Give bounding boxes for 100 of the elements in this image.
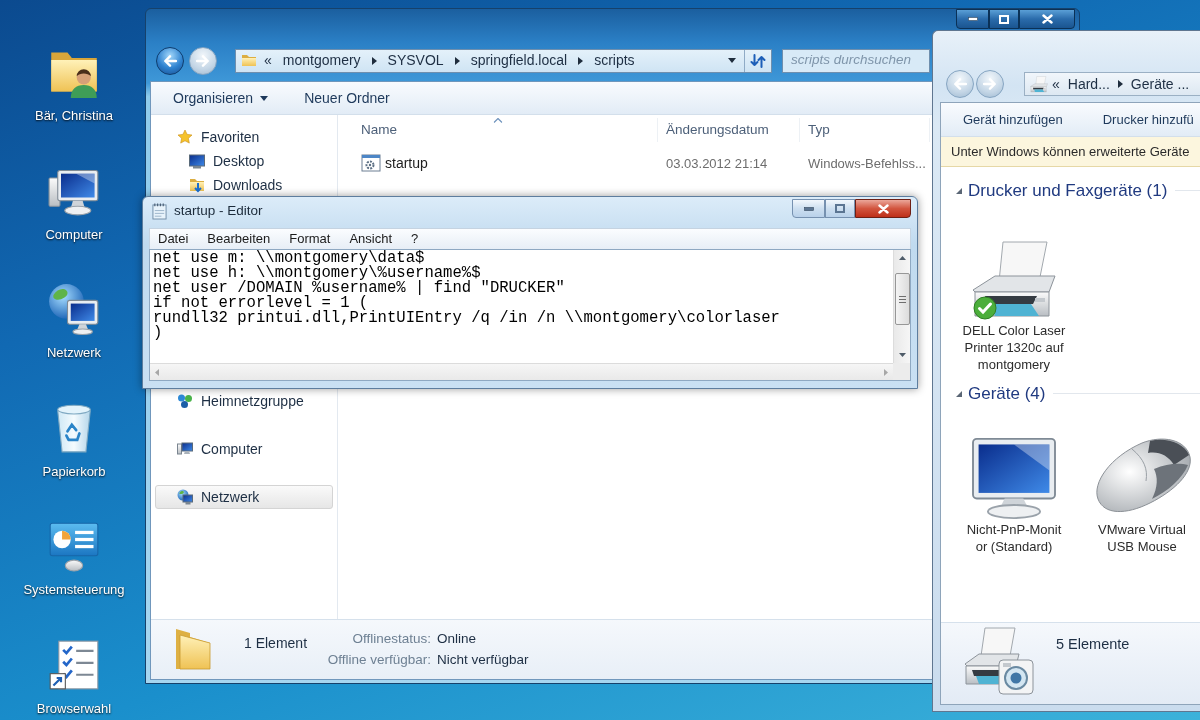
code-line: rundll32 printui.dll,PrintUIEntry /q /in /n \\montgomery\colorlaser	[153, 311, 780, 326]
star-icon	[177, 129, 193, 145]
address-bar[interactable]: « montgomery SYSVOL springfield.local scripts	[235, 48, 772, 73]
breadcrumb-segment[interactable]: scripts	[594, 50, 635, 71]
desktop-icon-label[interactable]: Computer	[45, 226, 103, 242]
breadcrumb-segment[interactable]: springfield.local	[470, 50, 568, 71]
maximize-button[interactable]	[989, 9, 1019, 29]
dashboard-icon[interactable]	[48, 520, 100, 572]
folder-icon	[174, 627, 212, 671]
circles-cluster-icon	[177, 393, 193, 409]
desktop-icon-label[interactable]: Papierkorb	[42, 463, 106, 479]
code-line: )	[153, 326, 163, 341]
nav-item[interactable]: Downloads	[155, 173, 333, 197]
vertical-scrollbar[interactable]	[893, 250, 910, 363]
printer-icon[interactable]	[971, 240, 1057, 320]
group-header[interactable]: Drucker und Faxgeräte (1)	[956, 181, 1168, 200]
breadcrumb-segment[interactable]: montgomery	[282, 50, 361, 71]
nav-item[interactable]: Heimnetzgruppe	[155, 389, 333, 413]
scrollbar-thumb[interactable]	[894, 273, 910, 325]
status-value: Nicht verfügbar	[437, 652, 529, 668]
column-header[interactable]: Änderungsdatum	[658, 118, 800, 142]
notepad-icon	[152, 203, 167, 220]
arrow-right-icon	[196, 54, 210, 67]
dropdown-caret-icon	[260, 95, 269, 101]
desktop-icon-label[interactable]: Bär, Christina	[34, 108, 113, 123]
close-button[interactable]	[855, 199, 911, 218]
nav-item[interactable]: Favoriten	[155, 125, 333, 149]
desktop-icon-label[interactable]: Systemsteuerung	[23, 582, 125, 597]
address-bar[interactable]: « Hard... Geräte ...	[1024, 72, 1200, 96]
checklist-icon[interactable]	[48, 638, 100, 691]
menu-item[interactable]: Format	[289, 229, 331, 249]
info-message: Unter Windows können erweiterte Geräte	[951, 142, 1190, 161]
breadcrumb-segment[interactable]: SYSVOL	[387, 50, 444, 71]
menu-item[interactable]: Bearbeiten	[207, 229, 271, 249]
grip-icon	[898, 295, 906, 303]
printer-camera-icon	[963, 626, 1035, 696]
device-label[interactable]: DELL Color Laser Printer 1320c auf montgomery	[962, 322, 1066, 373]
toolbar-button[interactable]: Gerät hinzufügen	[963, 109, 1063, 130]
item-count: 5 Elemente	[1056, 635, 1130, 654]
scroll-down-arrow-icon[interactable]	[898, 353, 906, 357]
address-overflow-button[interactable]: «	[1052, 73, 1060, 95]
printer-icon	[1030, 75, 1048, 93]
info-bar[interactable]: Unter Windows können erweiterte Geräte	[941, 137, 1200, 167]
desktop-icon-label[interactable]: Netzwerk	[46, 345, 102, 360]
item-count: 1 Element	[244, 635, 308, 651]
maximize-icon	[999, 14, 1009, 24]
back-button[interactable]	[156, 46, 184, 75]
breadcrumb-segment[interactable]: Hard...	[1067, 73, 1110, 95]
minimize-icon	[803, 206, 814, 211]
menu-item[interactable]: Datei	[158, 229, 189, 249]
monitor-icon[interactable]	[969, 437, 1059, 519]
nav-item[interactable]: Desktop	[155, 149, 333, 173]
minimize-button[interactable]	[956, 9, 989, 29]
minimize-icon	[967, 17, 978, 21]
code-line: net use m: \\montgomery\data$	[153, 251, 425, 266]
desktop-icon-label[interactable]: Browserwahl	[36, 700, 112, 716]
code-line: net use h: \\montgomery\%username%$	[153, 266, 481, 281]
arrow-left-icon	[163, 54, 177, 67]
maximize-icon	[835, 204, 845, 213]
window-title: startup - Editor	[174, 202, 263, 221]
close-button[interactable]	[1019, 9, 1075, 29]
triangle-right-icon[interactable]	[371, 56, 377, 65]
gear-document-icon[interactable]	[361, 153, 381, 173]
file-name[interactable]: startup	[385, 152, 428, 174]
close-icon	[877, 203, 889, 214]
triangle-right-icon[interactable]	[578, 56, 584, 65]
toolbar-button[interactable]: Organisieren	[173, 87, 269, 109]
column-header[interactable]: Typ	[800, 118, 930, 142]
group-header[interactable]: Geräte (4)	[956, 384, 1046, 403]
breadcrumb-segment[interactable]: Geräte ...	[1130, 73, 1190, 95]
arrow-right-icon	[983, 78, 997, 90]
status-value: Online	[437, 631, 478, 647]
address-overflow-button[interactable]: «	[264, 50, 272, 71]
file-type: Windows-Befehlss...	[808, 156, 926, 171]
modified-date: 03.03.2012 21:14	[666, 156, 768, 171]
device-label[interactable]: VMware Virtual USB Mouse	[1098, 521, 1186, 555]
search-field[interactable]: scripts durchsuchen	[782, 48, 930, 73]
screen-icon	[189, 153, 205, 169]
status-label: Offline verfügbar:	[327, 652, 431, 668]
toolbar-button[interactable]: Drucker hinzufü	[1102, 109, 1194, 130]
globe-monitor-icon	[177, 489, 193, 505]
text-editor-area[interactable]	[149, 249, 911, 381]
computer-icon	[177, 441, 193, 457]
nav-item[interactable]: Computer	[155, 437, 333, 461]
column-header[interactable]: Name	[338, 118, 658, 142]
dropdown-caret-icon[interactable]	[728, 58, 736, 63]
globe-monitor-icon[interactable]	[48, 283, 100, 335]
arrow-left-icon	[953, 78, 967, 90]
close-icon	[1041, 14, 1053, 24]
code-line: if not errorlevel = 1 (	[153, 296, 369, 311]
menu-item[interactable]: Ansicht	[349, 229, 393, 249]
triangle-right-icon[interactable]	[1117, 80, 1123, 88]
triangle-right-icon[interactable]	[454, 56, 460, 65]
refresh-icon	[750, 53, 766, 68]
scroll-up-arrow-icon[interactable]	[898, 256, 906, 260]
toolbar-button[interactable]: Neuer Ordner	[304, 87, 390, 109]
nav-item[interactable]: Netzwerk	[155, 485, 333, 509]
menu-item[interactable]: ?	[411, 229, 419, 249]
code-line: net user /DOMAIN %username% | find "DRUCKER"	[153, 281, 565, 296]
device-label[interactable]: Nicht-PnP-Monit or (Standard)	[966, 521, 1062, 555]
